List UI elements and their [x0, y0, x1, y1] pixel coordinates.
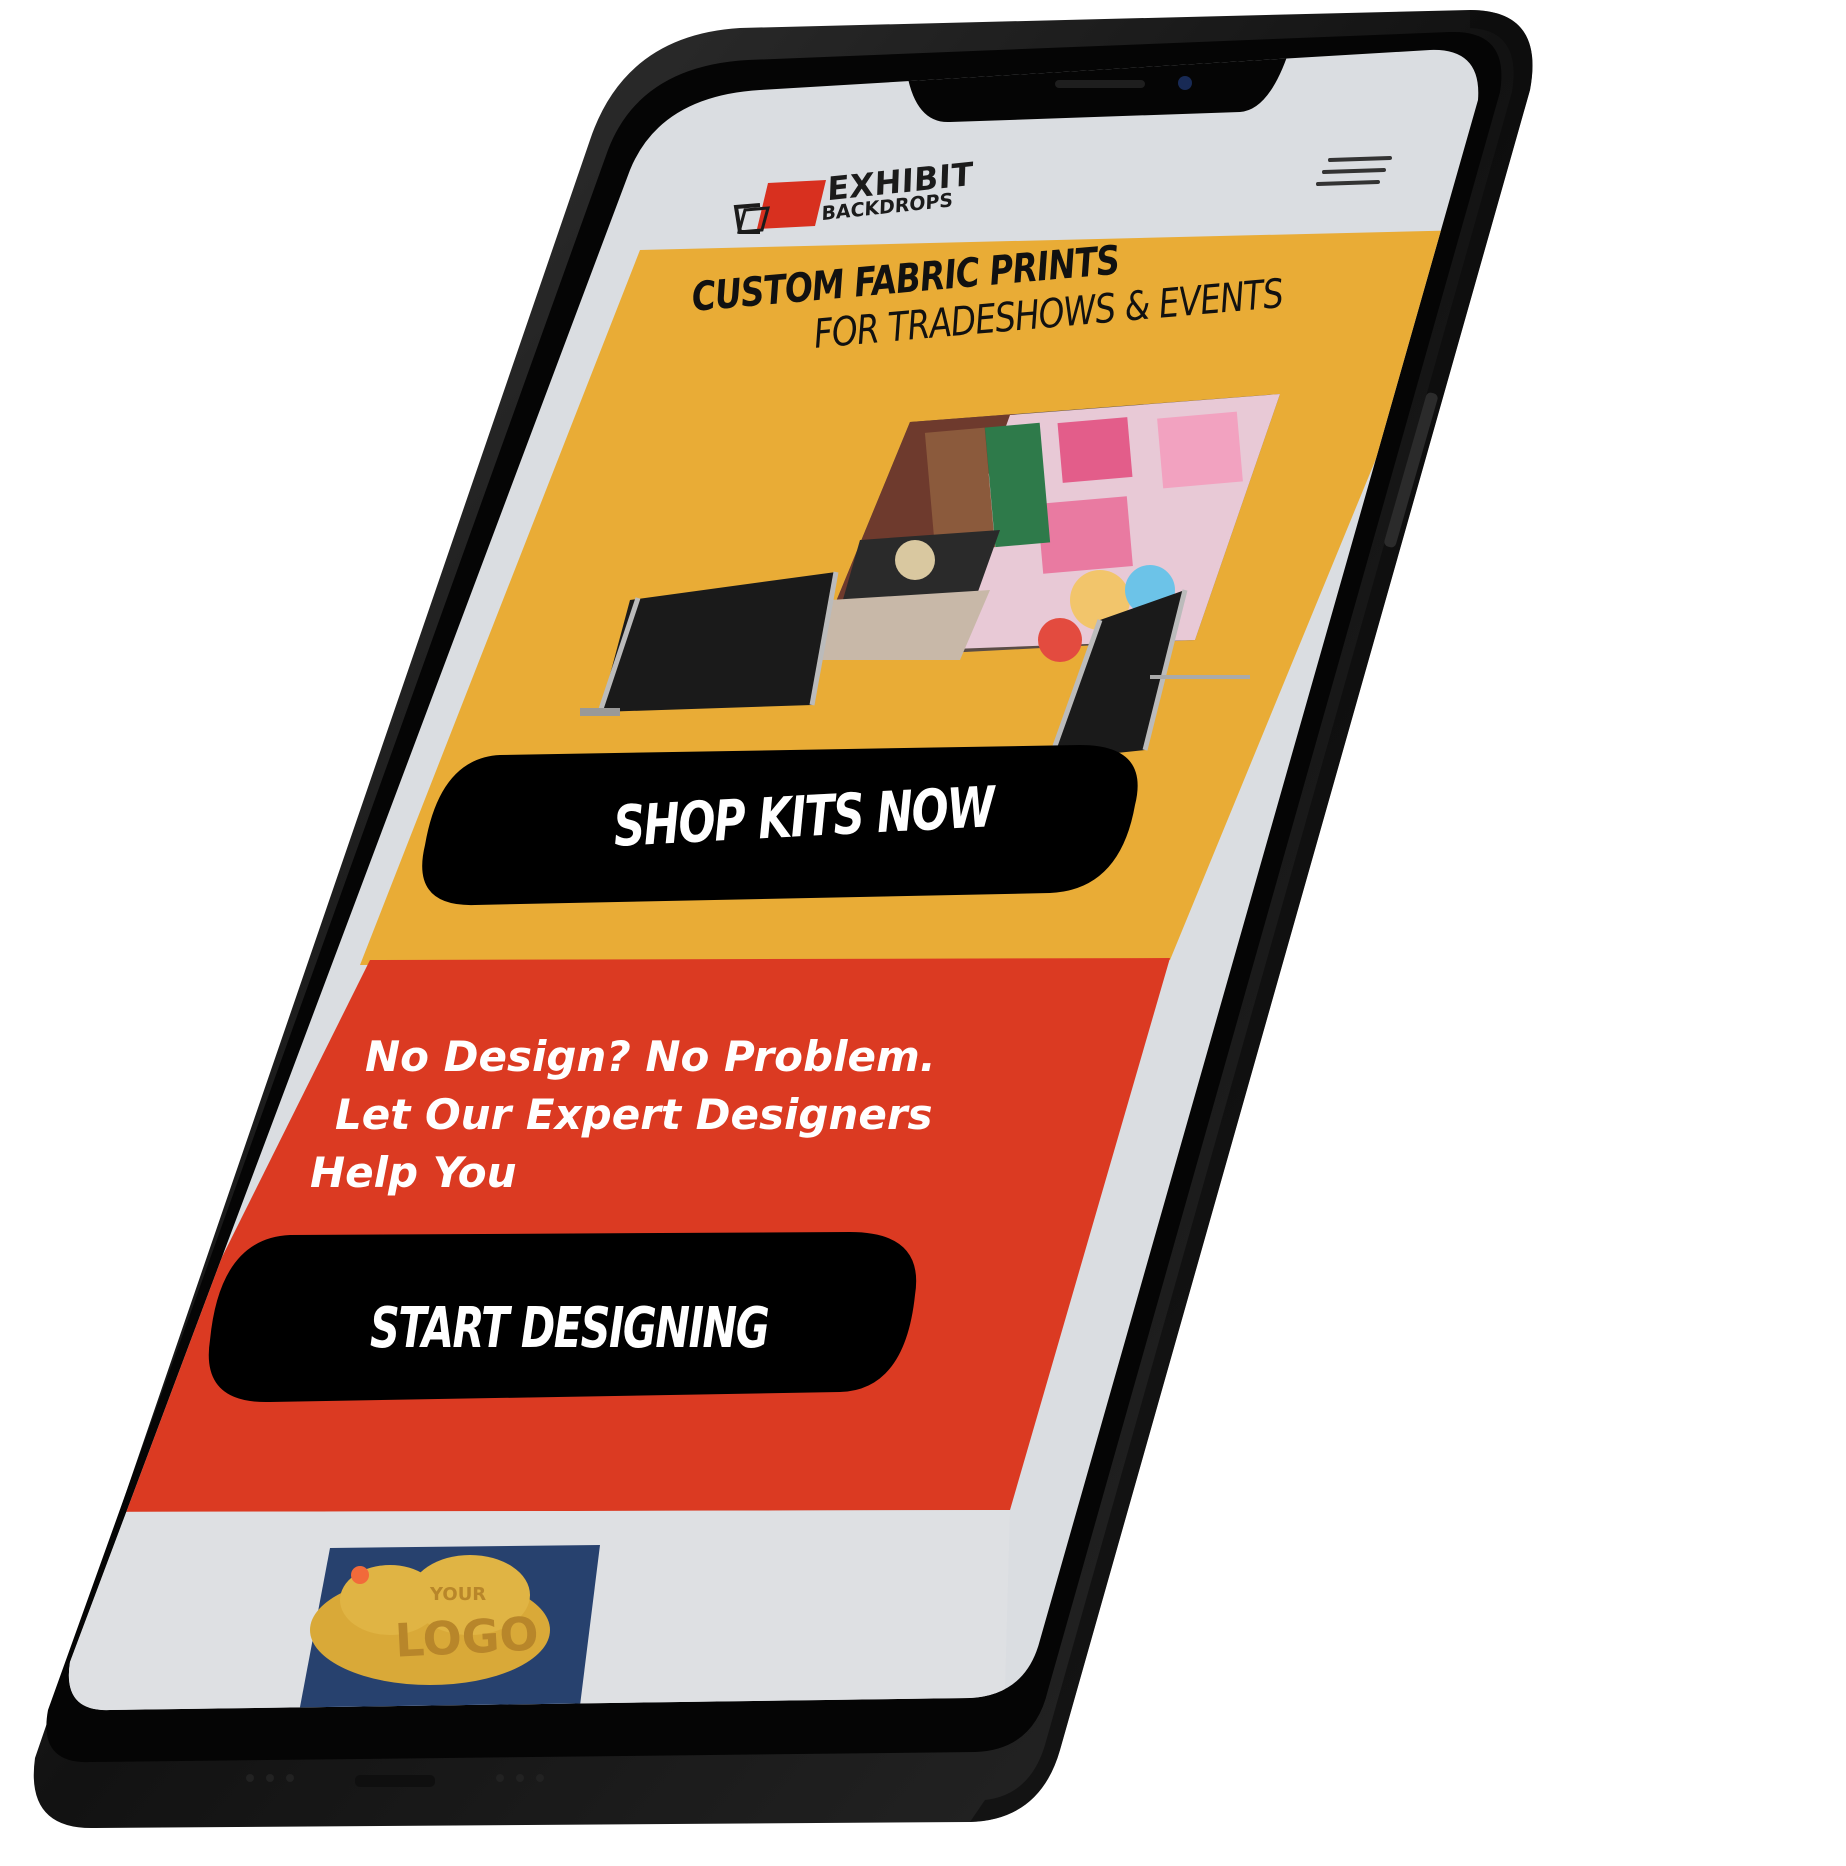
- logo-link[interactable]: [735, 165, 995, 240]
- design-promo-text: No Design? No Problem. Let Our Expert De…: [305, 1028, 936, 1202]
- promo-line-2: Let Our Expert Designers: [335, 1090, 933, 1139]
- promo-line-3: Help You: [310, 1148, 517, 1197]
- start-designing-button[interactable]: [215, 1235, 915, 1400]
- screen-content-layer: EXHIBIT BACKDROPS CUSTOM FABRIC PRINTS F…: [0, 0, 1846, 1866]
- promo-line-1: No Design? No Problem.: [365, 1032, 936, 1081]
- phone-mockup: LOGO YOUR EXHIBIT BACKDROPS CUSTOM FABRI…: [0, 0, 1846, 1866]
- shop-kits-now-button[interactable]: [430, 750, 1130, 900]
- hamburger-menu-button[interactable]: [1310, 145, 1400, 195]
